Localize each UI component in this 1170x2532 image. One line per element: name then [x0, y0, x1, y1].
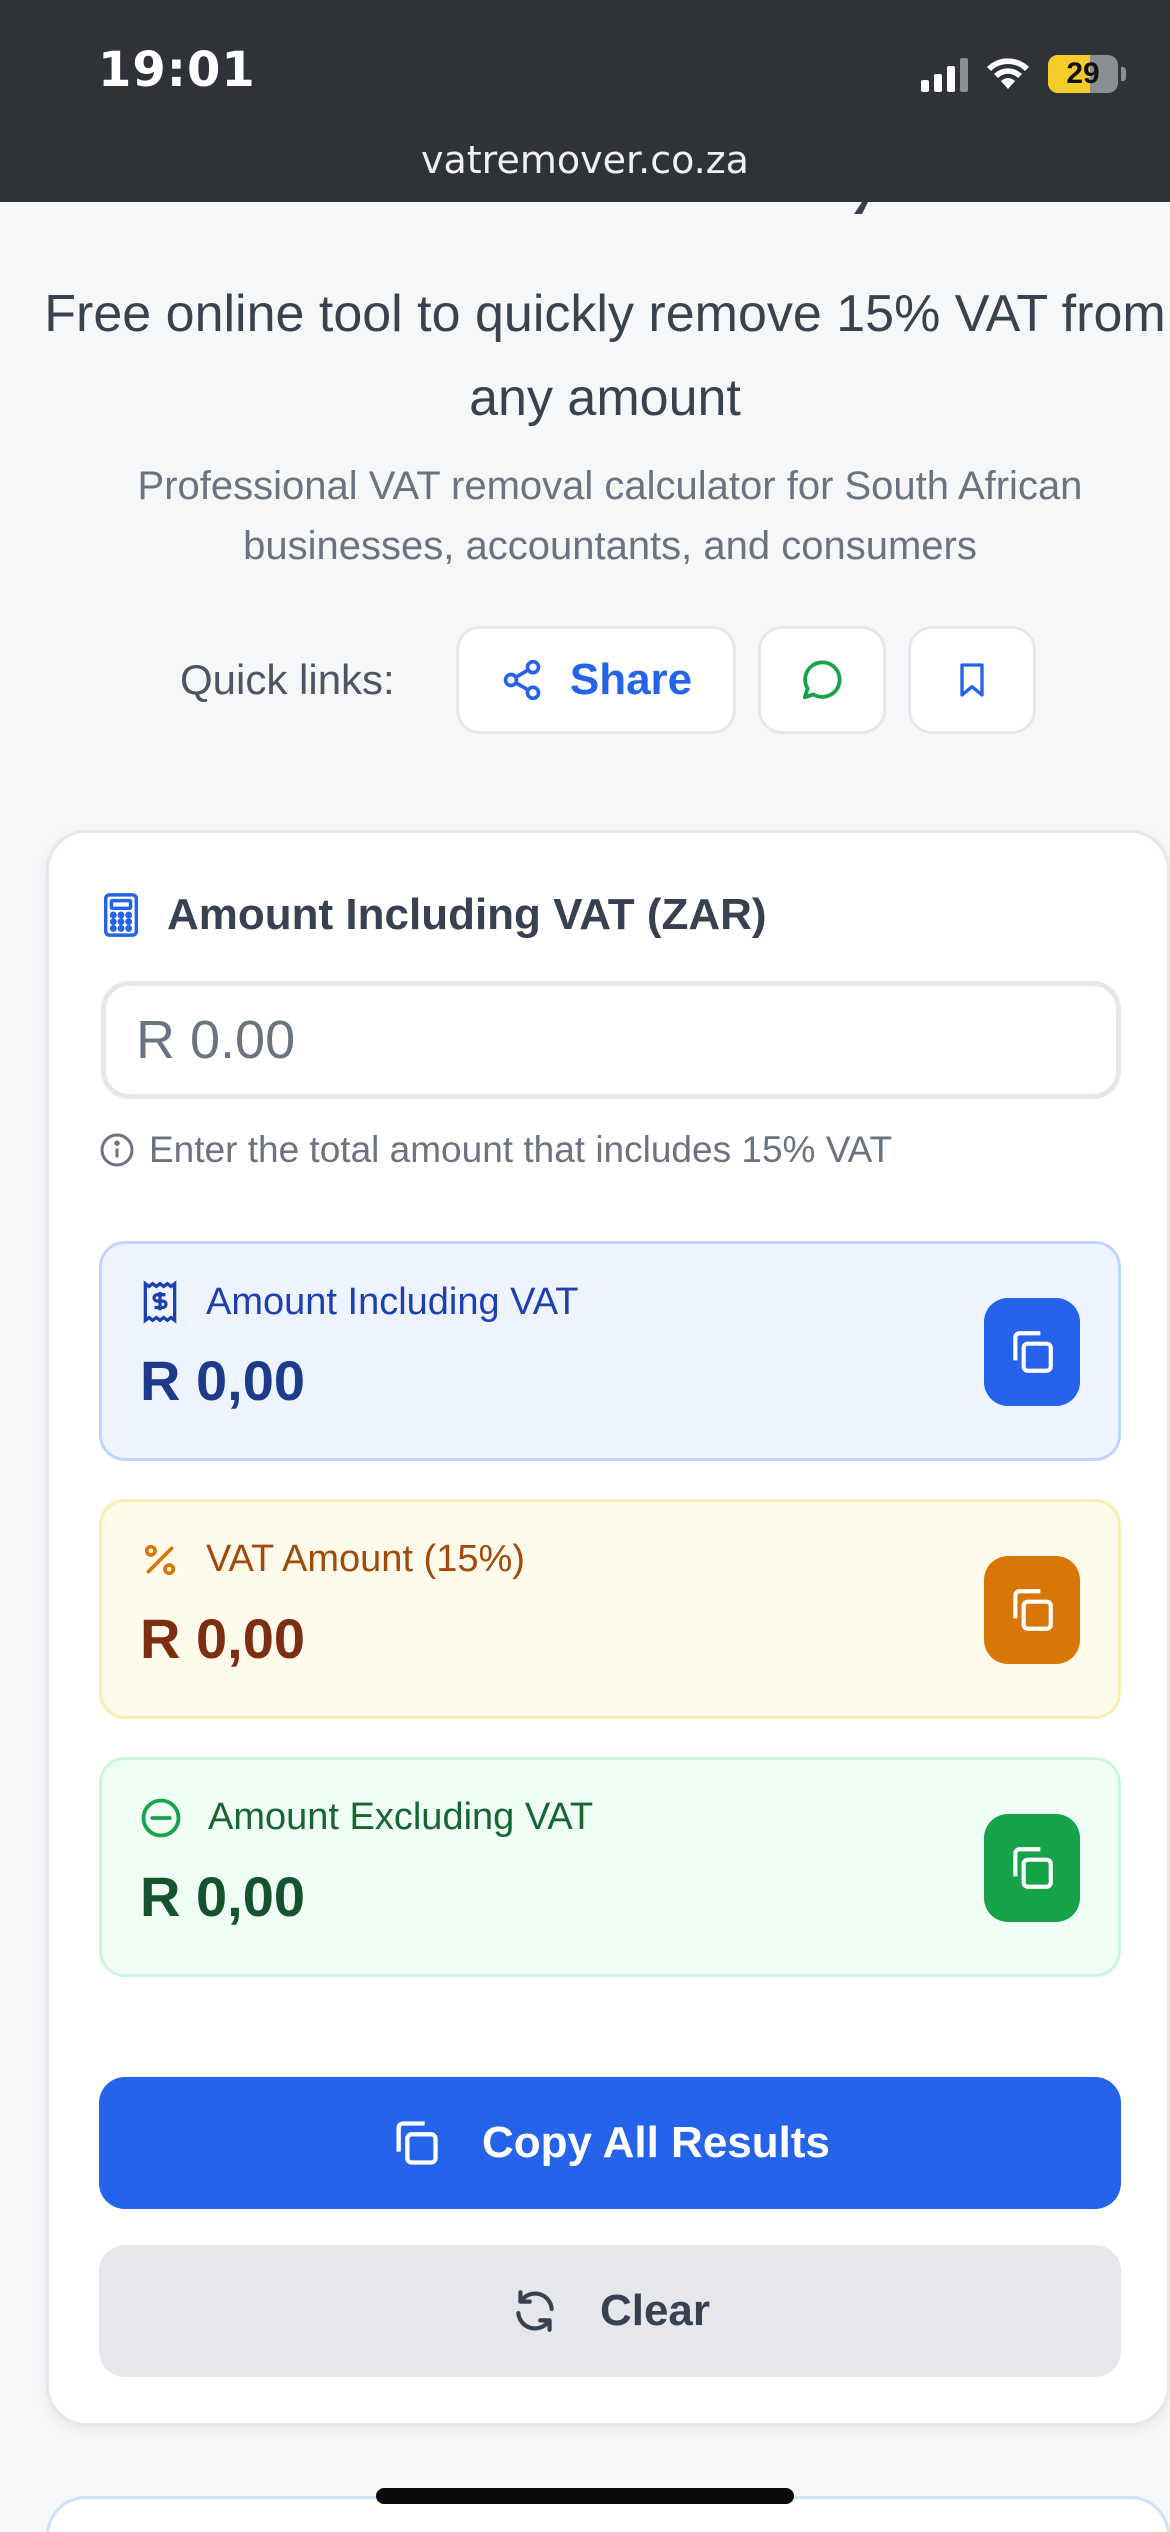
- whatsapp-button[interactable]: [758, 626, 886, 734]
- result-value: R 0,00: [140, 1349, 305, 1412]
- amount-input[interactable]: [101, 981, 1121, 1099]
- status-icons: 29: [921, 52, 1126, 96]
- address-bar-url[interactable]: vatremover.co.za: [0, 138, 1170, 182]
- title-fragment: [854, 202, 868, 214]
- calculator-icon: [103, 893, 139, 937]
- signal-icon: [921, 56, 968, 92]
- battery-level: 29: [1066, 57, 1100, 90]
- copy-all-results-button[interactable]: Copy All Results: [99, 2077, 1121, 2209]
- result-vat-amount: VAT Amount (15%) R 0,00: [99, 1499, 1121, 1719]
- whatsapp-icon: [802, 660, 842, 700]
- bookmark-button[interactable]: [908, 626, 1036, 734]
- copy-all-label: Copy All Results: [482, 2118, 830, 2167]
- wifi-icon: [987, 58, 1029, 89]
- copy-icon: [1013, 1589, 1053, 1631]
- copy-vat-button[interactable]: [984, 1556, 1080, 1664]
- percent-icon: [144, 1544, 176, 1575]
- copy-including-button[interactable]: [984, 1298, 1080, 1406]
- share-icon: [503, 659, 541, 701]
- info-icon: [100, 1133, 134, 1167]
- copy-icon: [1013, 1847, 1053, 1889]
- result-value: R 0,00: [140, 1865, 305, 1928]
- result-label: Amount Excluding VAT: [208, 1796, 594, 1838]
- share-button[interactable]: Share: [456, 626, 736, 734]
- calculator-title: Amount Including VAT (ZAR): [167, 890, 767, 939]
- minus-circle-icon: [141, 1798, 181, 1837]
- hint-text: Enter the total amount that includes 15%…: [149, 1129, 893, 1170]
- page-subtitle: Free online tool to quickly remove 15% V…: [44, 285, 1166, 427]
- status-time: 19:01: [98, 42, 256, 98]
- result-value: R 0,00: [140, 1607, 305, 1670]
- receipt-icon: [143, 1280, 177, 1324]
- clear-button[interactable]: Clear: [99, 2245, 1121, 2377]
- calculator-card: Amount Including VAT (ZAR) Enter the tot…: [46, 830, 1170, 2426]
- clear-label: Clear: [599, 2286, 711, 2335]
- bookmark-icon: [960, 663, 984, 697]
- result-including-vat: Amount Including VAT R 0,00: [99, 1241, 1121, 1461]
- quick-links: Quick links: Share: [0, 626, 1170, 734]
- quick-links-label: Quick links:: [180, 656, 395, 703]
- page-description: Professional VAT removal calculator for …: [137, 464, 1083, 568]
- result-excluding-vat: Amount Excluding VAT R 0,00: [99, 1757, 1121, 1977]
- amount-hint: Enter the total amount that includes 15%…: [99, 1129, 892, 1171]
- refresh-icon: [516, 2290, 554, 2332]
- result-label: VAT Amount (15%): [206, 1538, 525, 1580]
- battery-icon: 29: [1048, 55, 1126, 93]
- copy-excluding-button[interactable]: [984, 1814, 1080, 1922]
- home-indicator[interactable]: [376, 2488, 794, 2504]
- calculator-header: Amount Including VAT (ZAR): [101, 883, 767, 947]
- copy-icon: [396, 2121, 438, 2165]
- share-label: Share: [569, 655, 693, 704]
- result-label: Amount Including VAT: [206, 1280, 579, 1323]
- copy-icon: [1013, 1331, 1053, 1373]
- status-bar: 19:01 29 vatremover.co.za: [0, 0, 1170, 202]
